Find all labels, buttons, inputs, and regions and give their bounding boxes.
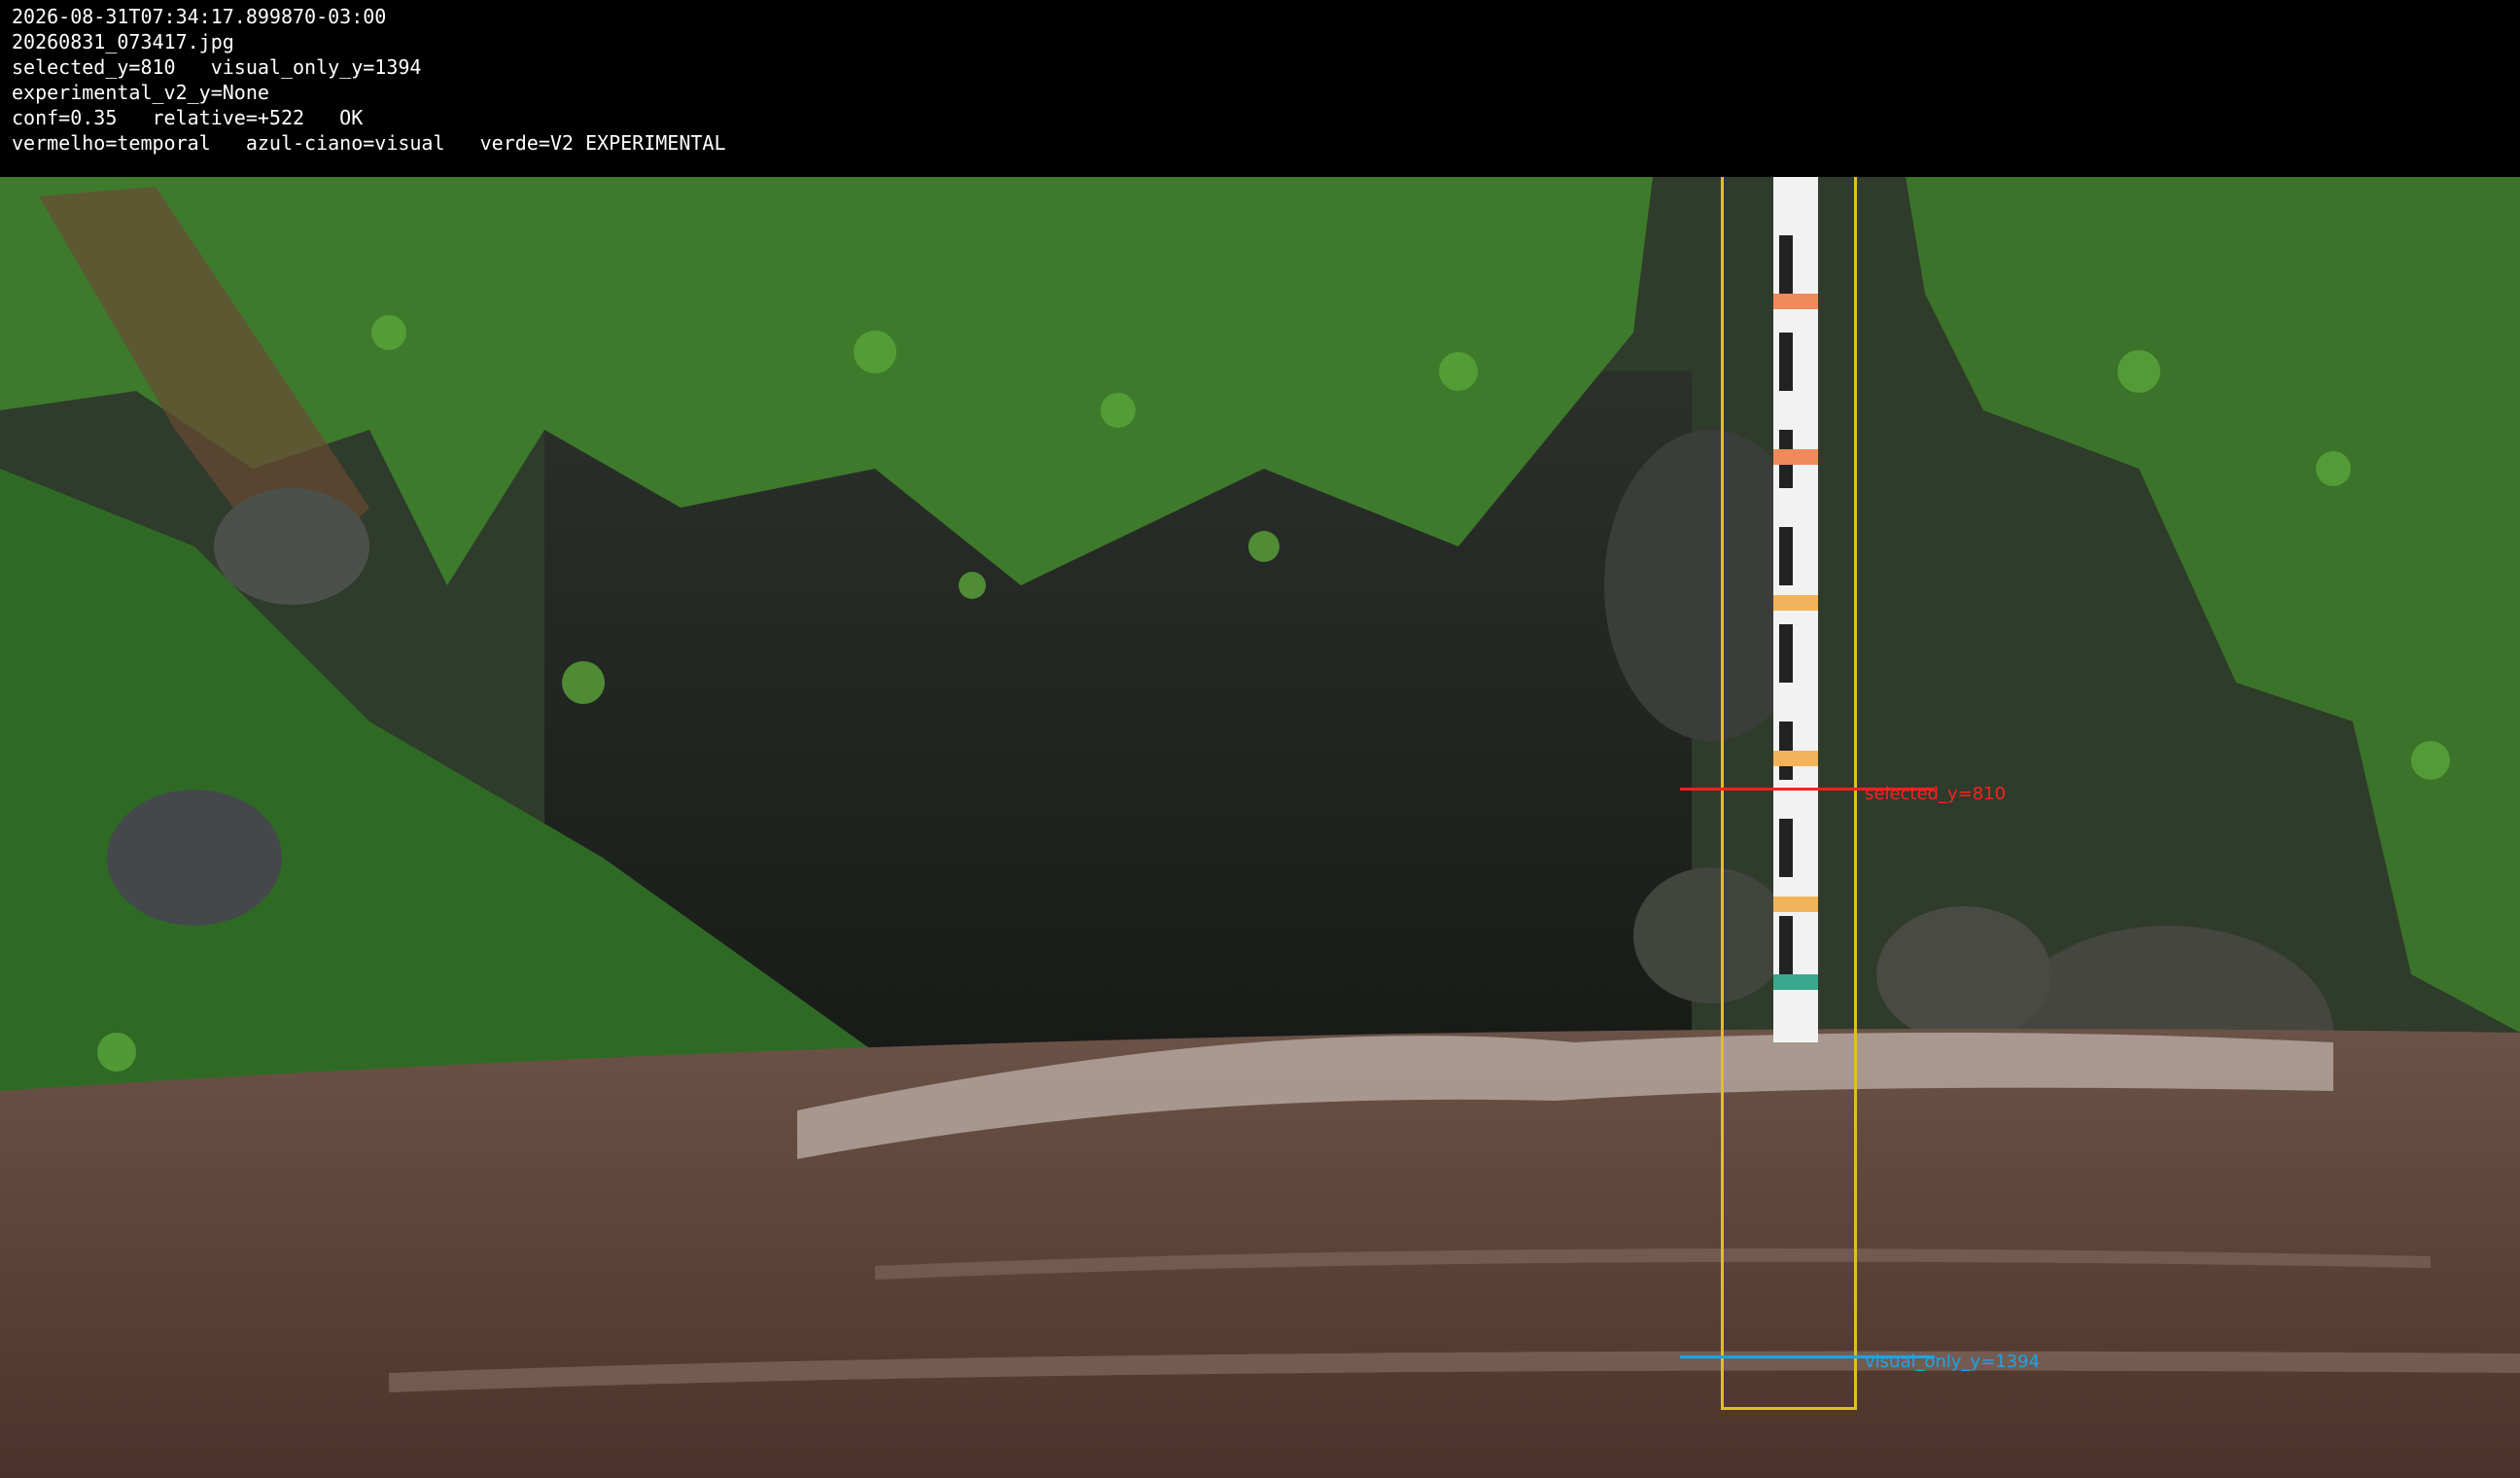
color-legend-text: vermelho=temporal azul-ciano=visual verd… — [12, 131, 726, 155]
overlay-header: 2026-08-31T07:34:17.899870-03:00 2026083… — [0, 0, 2520, 177]
timestamp-text: 2026-08-31T07:34:17.899870-03:00 — [12, 5, 387, 28]
river-scene-image — [0, 177, 2520, 1478]
camera-frame — [0, 177, 2520, 1478]
confidence-info-text: conf=0.35 relative=+522 OK — [12, 106, 364, 129]
gauge-roi-box — [1721, 177, 1857, 1410]
visual-only-y-label: visual_only_y=1394 — [1865, 1352, 2041, 1372]
filename-text: 20260831_073417.jpg — [12, 30, 234, 53]
experimental-info-text: experimental_v2_y=None — [12, 81, 269, 104]
selection-info-text: selected_y=810 visual_only_y=1394 — [12, 55, 422, 79]
selected-y-label: selected_y=810 — [1865, 784, 2007, 804]
